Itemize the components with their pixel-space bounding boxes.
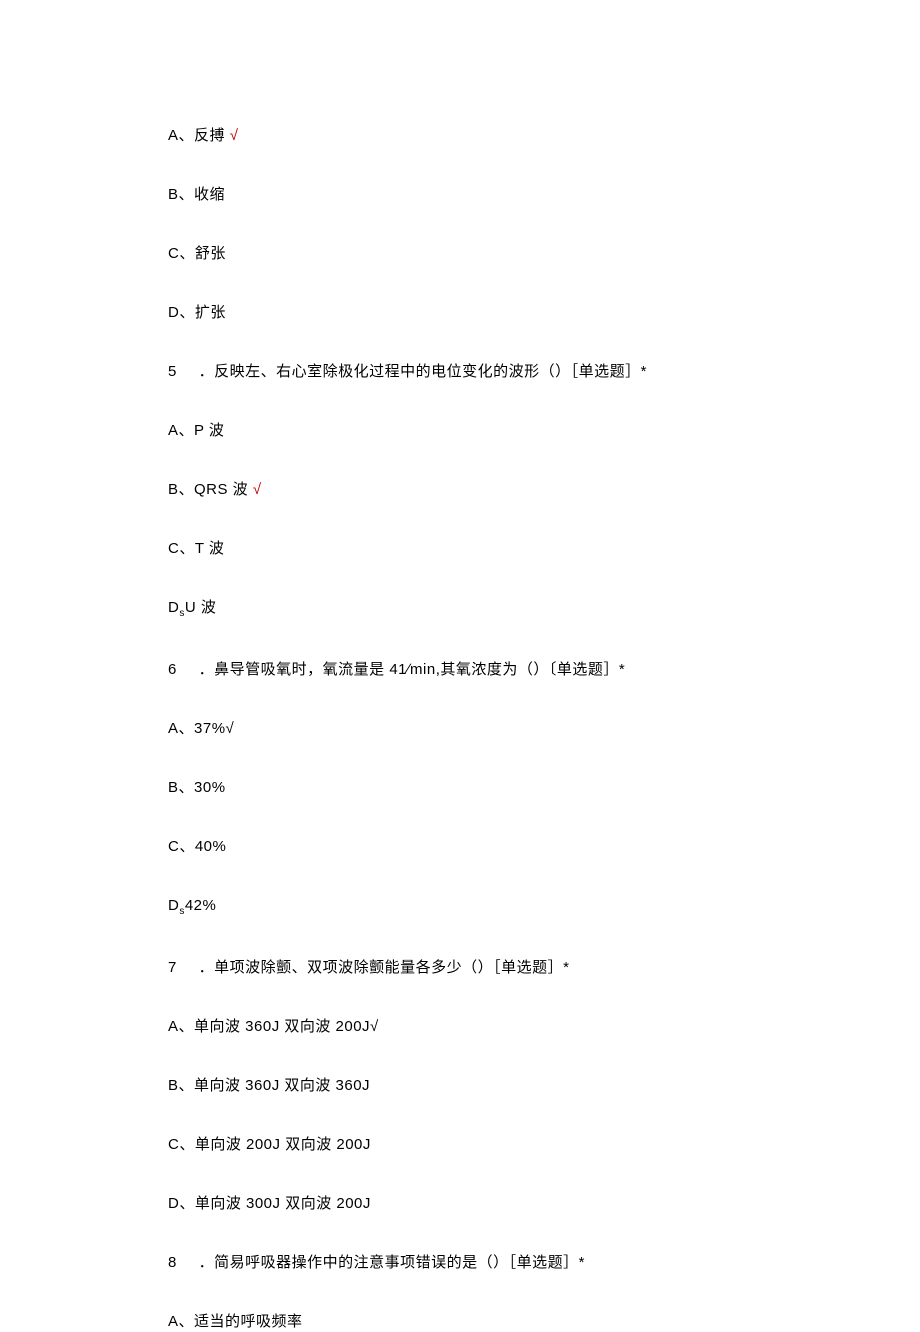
- option-text-b: 42%: [185, 897, 217, 914]
- option-text: A、适当的呼吸频率: [168, 1313, 303, 1330]
- option-text: B、单向波 360J 双向波 360J: [168, 1077, 370, 1094]
- option-text: A、: [168, 127, 194, 144]
- option-a: A、37%√: [168, 718, 920, 739]
- option-text: B、收缩: [168, 186, 225, 203]
- option-b: B、30%: [168, 777, 920, 798]
- option-text: C、舒张: [168, 245, 226, 262]
- check-icon: √: [230, 127, 239, 144]
- option-text: C、单向波 200J 双向波 200J: [168, 1136, 371, 1153]
- option-d: DsU 波: [168, 597, 920, 621]
- option-text: C、40%: [168, 838, 226, 855]
- question-number: 5: [168, 361, 194, 382]
- question-8: 8 ．简易呼吸器操作中的注意事项错误的是（）［单选题］*: [168, 1252, 920, 1273]
- question-6: 6 ．鼻导管吸氧时，氧流量是 41∕min,其氧浓度为（）〔单选题］*: [168, 659, 920, 680]
- option-d: D、扩张: [168, 302, 920, 323]
- option-text-a: D: [168, 897, 179, 914]
- option-text-b: U 波: [185, 599, 217, 616]
- option-text: A、P 波: [168, 422, 224, 439]
- option-a: A、单向波 360J 双向波 200J√: [168, 1016, 920, 1037]
- question-text: ．反映左、右心室除极化过程中的电位变化的波形（）［单选题］*: [194, 363, 647, 380]
- question-text: ．简易呼吸器操作中的注意事项错误的是（）［单选题］*: [194, 1254, 585, 1271]
- option-c: C、舒张: [168, 243, 920, 264]
- question-7: 7 ．单项波除颤、双项波除颤能量各多少（）［单选题］*: [168, 957, 920, 978]
- question-number: 6: [168, 659, 194, 680]
- option-c: C、T 波: [168, 538, 920, 559]
- option-text: D、单向波 300J 双向波 200J: [168, 1195, 371, 1212]
- option-text: C、T 波: [168, 540, 224, 557]
- option-text: D、扩张: [168, 304, 226, 321]
- option-c: C、40%: [168, 836, 920, 857]
- option-b: B、QRS 波 √: [168, 479, 920, 500]
- option-text: A、单向波 360J 双向波 200J√: [168, 1018, 379, 1035]
- question-text: ．鼻导管吸氧时，氧流量是 41∕min,其氧浓度为（）〔单选题］*: [194, 661, 625, 678]
- option-b: B、收缩: [168, 184, 920, 205]
- question-number: 7: [168, 957, 194, 978]
- option-c: C、单向波 200J 双向波 200J: [168, 1134, 920, 1155]
- option-text: B、30%: [168, 779, 226, 796]
- option-d: D、单向波 300J 双向波 200J: [168, 1193, 920, 1214]
- option-a: A、P 波: [168, 420, 920, 441]
- option-a: A、适当的呼吸频率: [168, 1311, 920, 1332]
- option-a: A、反搏 √: [168, 125, 920, 146]
- option-d: Ds42%: [168, 895, 920, 919]
- question-text: ．单项波除颤、双项波除颤能量各多少（）［单选题］*: [194, 959, 570, 976]
- option-text: B、QRS 波: [168, 481, 248, 498]
- question-number: 8: [168, 1252, 194, 1273]
- option-value: 反搏: [194, 127, 225, 144]
- option-text: A、37%√: [168, 720, 234, 737]
- option-b: B、单向波 360J 双向波 360J: [168, 1075, 920, 1096]
- check-icon: √: [253, 481, 262, 498]
- option-text-a: D: [168, 599, 179, 616]
- question-5: 5 ．反映左、右心室除极化过程中的电位变化的波形（）［单选题］*: [168, 361, 920, 382]
